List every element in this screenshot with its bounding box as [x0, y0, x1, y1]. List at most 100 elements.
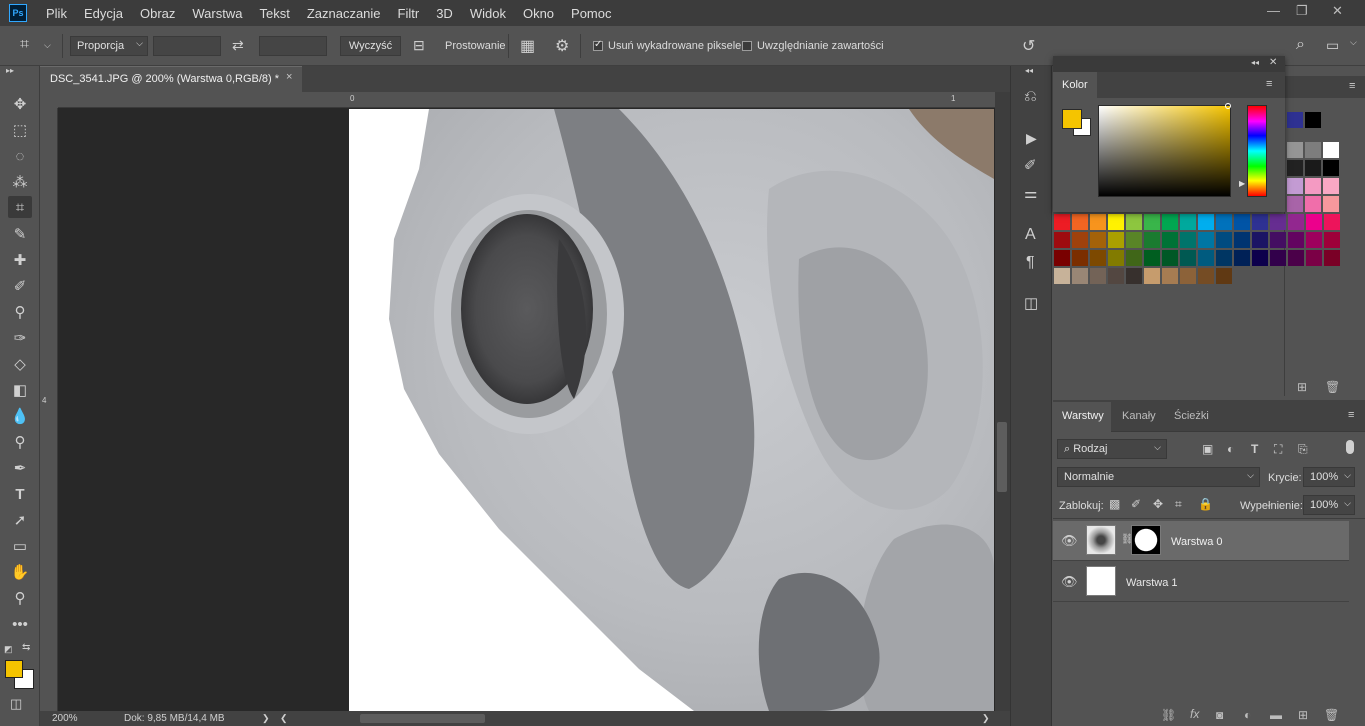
- swatch[interactable]: [1305, 142, 1321, 158]
- close-window-button[interactable]: ✕: [1332, 3, 1343, 19]
- scroll-left-icon[interactable]: ❮: [280, 713, 288, 724]
- swatch[interactable]: [1198, 268, 1214, 284]
- menu-okno[interactable]: Okno: [523, 6, 554, 21]
- swatch[interactable]: [1090, 232, 1106, 248]
- brush-settings-panel-icon[interactable]: ✐: [1024, 156, 1037, 174]
- delete-swatch-icon[interactable]: 🗑: [1325, 380, 1340, 394]
- height-input[interactable]: [259, 36, 327, 56]
- menu-tekst[interactable]: Tekst: [259, 6, 289, 21]
- layer-filter-select[interactable]: ⌕ Rodzaj ⌵: [1057, 439, 1167, 459]
- workspace-chevron-icon[interactable]: ⌵: [1350, 37, 1357, 48]
- menu-zaznaczanie[interactable]: Zaznaczanie: [307, 6, 381, 21]
- collapse-icon[interactable]: ◂◂: [1251, 58, 1259, 67]
- default-colors-icon[interactable]: ◩: [4, 644, 13, 655]
- ratio-select[interactable]: Proporcja ⌵: [70, 36, 148, 56]
- zoom-tool-icon[interactable]: ⚲: [8, 587, 32, 609]
- search-icon[interactable]: ⌕: [1296, 36, 1305, 54]
- swatch[interactable]: [1162, 250, 1178, 266]
- color-panel-menu-icon[interactable]: ≡: [1266, 78, 1272, 90]
- foreground-color-swatch[interactable]: [5, 660, 23, 678]
- crop-tool-preset-icon[interactable]: ⌗: [20, 36, 29, 54]
- eyedropper-tool-icon[interactable]: ✎: [8, 223, 32, 245]
- blend-mode-select[interactable]: Normalnie ⌵: [1057, 467, 1260, 487]
- swatch[interactable]: [1288, 214, 1304, 230]
- swatch[interactable]: [1126, 214, 1142, 230]
- eye-icon[interactable]: 👁: [1061, 533, 1078, 549]
- fill-input[interactable]: 100% ⌵: [1303, 495, 1355, 515]
- layer-mask-thumbnail[interactable]: [1131, 525, 1161, 555]
- crop-tool-icon[interactable]: ⌗: [8, 196, 32, 218]
- swatch[interactable]: [1072, 214, 1088, 230]
- tab-warstwy[interactable]: Warstwy: [1062, 410, 1104, 422]
- swatch[interactable]: [1054, 268, 1070, 284]
- swatch[interactable]: [1144, 232, 1160, 248]
- add-mask-icon[interactable]: ◙: [1216, 708, 1223, 722]
- menu-plik[interactable]: Plik: [46, 6, 67, 21]
- swatch[interactable]: [1162, 232, 1178, 248]
- swap-icon[interactable]: ⇄: [232, 37, 244, 54]
- adjustment-layer-icon[interactable]: ◐: [1244, 708, 1251, 722]
- menu-filtr[interactable]: Filtr: [398, 6, 420, 21]
- menu-edycja[interactable]: Edycja: [84, 6, 123, 21]
- swatch[interactable]: [1324, 232, 1340, 248]
- filter-pixel-icon[interactable]: ▣: [1202, 442, 1213, 456]
- swatch[interactable]: [1198, 214, 1214, 230]
- workspace-icon[interactable]: ▭: [1326, 37, 1339, 54]
- swatch[interactable]: [1108, 250, 1124, 266]
- swatches-menu-icon[interactable]: ≡: [1349, 80, 1355, 92]
- swatch[interactable]: [1306, 250, 1322, 266]
- menu-3d[interactable]: 3D: [436, 6, 453, 21]
- 3d-panel-icon[interactable]: ◫: [1024, 294, 1038, 312]
- swatch[interactable]: [1126, 250, 1142, 266]
- filter-type-icon[interactable]: T: [1251, 442, 1258, 456]
- delete-cropped-checkbox[interactable]: [593, 39, 603, 51]
- document-canvas[interactable]: [349, 109, 994, 711]
- ruler-left[interactable]: 4: [40, 108, 58, 711]
- character-panel-icon[interactable]: A: [1025, 226, 1036, 244]
- document-tab[interactable]: DSC_3541.JPG @ 200% (Warstwa 0,RGB/8) *: [40, 66, 302, 92]
- close-icon[interactable]: ✕: [1269, 57, 1277, 68]
- swatch[interactable]: [1324, 250, 1340, 266]
- lasso-tool-icon[interactable]: ◌: [8, 145, 32, 167]
- grid-overlay-icon[interactable]: ▦: [520, 36, 535, 56]
- swatch[interactable]: [1306, 214, 1322, 230]
- swatch[interactable]: [1108, 268, 1124, 284]
- swatch[interactable]: [1270, 232, 1286, 248]
- straighten-label[interactable]: Prostowanie: [445, 40, 506, 52]
- marquee-tool-icon[interactable]: ⬚: [8, 119, 32, 141]
- move-tool-icon[interactable]: ✥: [8, 93, 32, 115]
- swatch[interactable]: [1144, 214, 1160, 230]
- brush-tool-icon[interactable]: ✐: [8, 275, 32, 297]
- swatch[interactable]: [1234, 232, 1250, 248]
- swatch[interactable]: [1323, 142, 1339, 158]
- link-layers-icon[interactable]: ⛓: [1161, 708, 1176, 722]
- toolbar-collapse-icon[interactable]: ▸▸: [6, 66, 14, 75]
- lock-all-icon[interactable]: 🔒: [1198, 497, 1213, 511]
- delete-layer-icon[interactable]: 🗑: [1324, 708, 1339, 722]
- new-group-icon[interactable]: ▬: [1270, 708, 1282, 722]
- swatch[interactable]: [1287, 178, 1303, 194]
- swatch[interactable]: [1252, 232, 1268, 248]
- swatch[interactable]: [1090, 250, 1106, 266]
- horizontal-scrollbar-thumb[interactable]: [360, 714, 485, 723]
- eye-icon[interactable]: 👁: [1061, 574, 1078, 590]
- close-tab-icon[interactable]: ×: [286, 71, 292, 83]
- content-aware-checkbox[interactable]: [742, 41, 752, 51]
- tab-sciezki[interactable]: Ścieżki: [1174, 410, 1209, 422]
- status-menu-arrow-icon[interactable]: ❯: [262, 713, 270, 724]
- swatch[interactable]: [1126, 268, 1142, 284]
- swatch[interactable]: [1270, 250, 1286, 266]
- swatch[interactable]: [1216, 214, 1232, 230]
- filter-shape-icon[interactable]: ⛶: [1274, 442, 1282, 457]
- vertical-scrollbar-thumb[interactable]: [997, 422, 1007, 492]
- swatch[interactable]: [1287, 196, 1303, 212]
- gradient-tool-icon[interactable]: ◧: [8, 379, 32, 401]
- rectangle-tool-icon[interactable]: ▭: [8, 535, 32, 557]
- history-panel-icon[interactable]: ⎌: [1024, 88, 1037, 106]
- clear-button[interactable]: Wyczyść: [340, 36, 401, 56]
- swatch[interactable]: [1306, 232, 1322, 248]
- swatch[interactable]: [1288, 250, 1304, 266]
- layer-row-warstwa-1[interactable]: 👁 Warstwa 1: [1053, 562, 1349, 602]
- filter-smart-object-icon[interactable]: ⎘: [1298, 442, 1308, 457]
- swatch[interactable]: [1234, 250, 1250, 266]
